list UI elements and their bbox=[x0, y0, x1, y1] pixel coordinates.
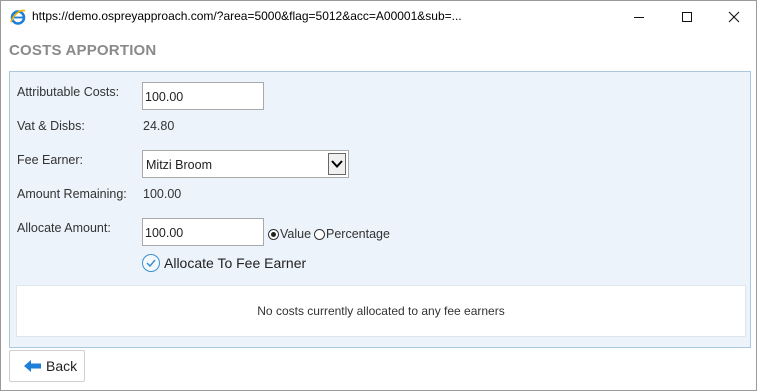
page-title: COSTS APPORTION bbox=[9, 42, 157, 59]
allocate-to-fee-earner-button[interactable]: Allocate To Fee Earner bbox=[142, 252, 306, 274]
percentage-radio[interactable] bbox=[314, 229, 325, 240]
apportion-panel: Attributable Costs: 100.00 Vat & Disbs: … bbox=[9, 71, 751, 348]
allocate-amount-input[interactable]: 100.00 bbox=[142, 218, 264, 246]
fee-earner-select[interactable]: Mitzi Broom bbox=[142, 150, 349, 178]
back-button[interactable]: Back bbox=[9, 350, 85, 382]
vat-disbs-label: Vat & Disbs: bbox=[17, 119, 85, 133]
allocations-list: No costs currently allocated to any fee … bbox=[16, 285, 746, 337]
maximize-icon[interactable] bbox=[671, 5, 703, 29]
allocate-amount-label: Allocate Amount: bbox=[17, 221, 111, 235]
empty-allocations-message: No costs currently allocated to any fee … bbox=[257, 304, 505, 318]
amount-remaining-label: Amount Remaining: bbox=[17, 187, 127, 201]
vat-disbs-value: 24.80 bbox=[143, 119, 175, 133]
attributable-costs-label: Attributable Costs: bbox=[17, 85, 120, 99]
internet-explorer-icon bbox=[9, 8, 27, 26]
back-button-label: Back bbox=[46, 358, 78, 374]
arrow-left-icon bbox=[24, 360, 42, 372]
close-icon[interactable] bbox=[718, 5, 750, 29]
address-url: https://demo.ospreyapproach.com/?area=50… bbox=[32, 9, 462, 23]
minimize-icon[interactable] bbox=[623, 5, 655, 29]
chevron-down-icon[interactable] bbox=[328, 153, 346, 175]
allocate-button-label: Allocate To Fee Earner bbox=[164, 255, 307, 271]
attributable-costs-input[interactable]: 100.00 bbox=[142, 82, 264, 110]
percentage-radio-label[interactable]: Percentage bbox=[326, 227, 390, 241]
value-radio[interactable] bbox=[268, 229, 279, 240]
value-radio-label[interactable]: Value bbox=[280, 227, 311, 241]
fee-earner-label: Fee Earner: bbox=[17, 153, 84, 167]
fee-earner-selected-value: Mitzi Broom bbox=[146, 158, 212, 172]
radio-selected-dot bbox=[271, 232, 276, 237]
check-circle-icon bbox=[142, 254, 160, 272]
browser-window: https://demo.ospreyapproach.com/?area=50… bbox=[0, 0, 757, 391]
amount-remaining-value: 100.00 bbox=[143, 187, 182, 201]
title-bar: https://demo.ospreyapproach.com/?area=50… bbox=[1, 1, 756, 32]
